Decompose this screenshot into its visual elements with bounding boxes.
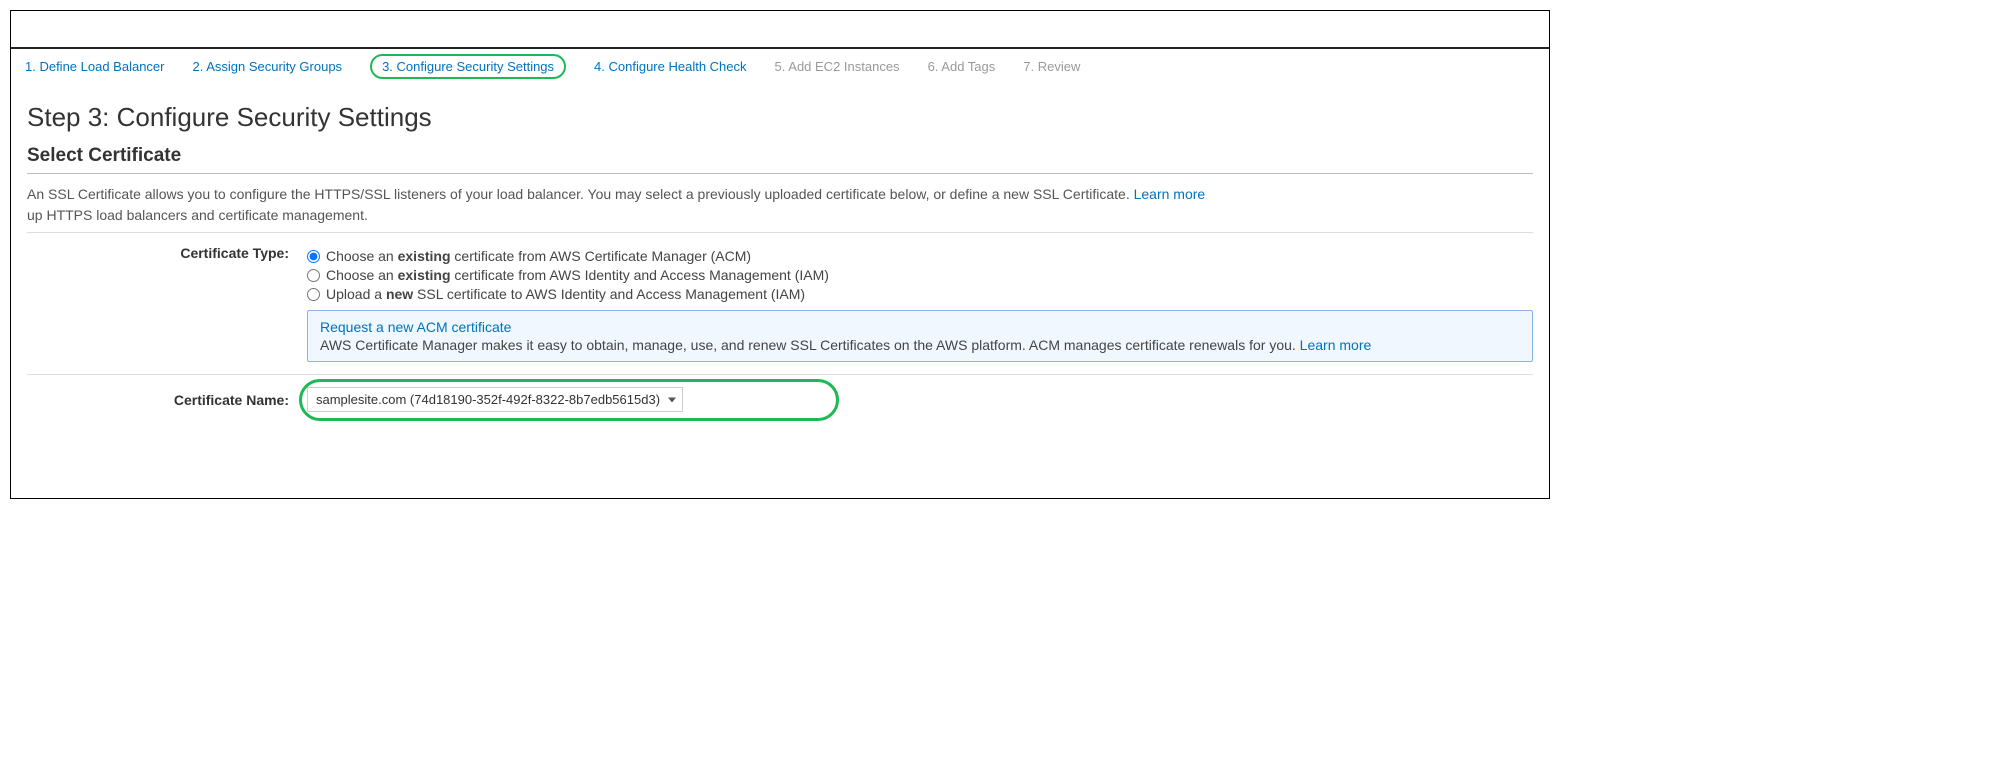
certificate-name-field: samplesite.com (74d18190-352f-492f-8322-… (307, 387, 1533, 412)
radio-iam-post: certificate from AWS Identity and Access… (451, 267, 829, 283)
thin-divider-2 (27, 374, 1533, 375)
radio-acm[interactable]: Choose an existing certificate from AWS … (307, 248, 1533, 264)
step-add-ec2-instances: 5. Add EC2 Instances (775, 59, 900, 79)
radio-acm-input[interactable] (307, 250, 320, 263)
main-panel: 1. Define Load Balancer 2. Assign Securi… (10, 10, 1550, 499)
step-add-tags: 6. Add Tags (928, 59, 996, 79)
desc-text-1: An SSL Certificate allows you to configu… (27, 186, 1134, 202)
radio-iam[interactable]: Choose an existing certificate from AWS … (307, 267, 1533, 283)
thin-divider-1 (27, 232, 1533, 233)
step-review: 7. Review (1023, 59, 1080, 79)
desc-text-2: up HTTPS load balancers and certificate … (27, 207, 368, 223)
radio-iam-input[interactable] (307, 269, 320, 282)
certificate-name-row: Certificate Name: samplesite.com (74d181… (27, 381, 1533, 418)
certificate-type-row: Certificate Type: Choose an existing cer… (27, 239, 1533, 368)
wizard-steps: 1. Define Load Balancer 2. Assign Securi… (11, 49, 1549, 88)
section-divider (27, 173, 1533, 174)
page-title: Step 3: Configure Security Settings (27, 102, 1533, 133)
certificate-name-value: samplesite.com (74d18190-352f-492f-8322-… (316, 392, 660, 407)
step-configure-health-check[interactable]: 4. Configure Health Check (594, 59, 746, 79)
acm-info-text: AWS Certificate Manager makes it easy to… (320, 337, 1300, 353)
step-assign-security-groups[interactable]: 2. Assign Security Groups (192, 59, 342, 79)
content-area: Step 3: Configure Security Settings Sele… (11, 88, 1549, 498)
radio-upload-pre: Upload a (326, 286, 386, 302)
radio-upload-bold: new (386, 286, 413, 302)
chevron-down-icon (668, 397, 676, 402)
radio-acm-bold: existing (398, 248, 451, 264)
step-define-load-balancer[interactable]: 1. Define Load Balancer (25, 59, 164, 79)
acm-learn-more-link[interactable]: Learn more (1300, 337, 1372, 353)
radio-acm-post: certificate from AWS Certificate Manager… (451, 248, 752, 264)
radio-upload-post: SSL certificate to AWS Identity and Acce… (413, 286, 805, 302)
acm-info-box: Request a new ACM certificate AWS Certif… (307, 310, 1533, 362)
request-acm-cert-link[interactable]: Request a new ACM certificate (320, 319, 511, 335)
certificate-type-label: Certificate Type: (27, 245, 307, 261)
radio-iam-bold: existing (398, 267, 451, 283)
learn-more-link[interactable]: Learn more (1134, 186, 1206, 202)
section-description: An SSL Certificate allows you to configu… (27, 184, 1533, 226)
radio-upload[interactable]: Upload a new SSL certificate to AWS Iden… (307, 286, 1533, 302)
certificate-type-field: Choose an existing certificate from AWS … (307, 245, 1533, 362)
radio-acm-pre: Choose an (326, 248, 398, 264)
select-certificate-heading: Select Certificate (27, 145, 1533, 167)
certificate-name-label: Certificate Name: (27, 392, 307, 408)
step-configure-security-settings[interactable]: 3. Configure Security Settings (370, 54, 566, 79)
certificate-name-select[interactable]: samplesite.com (74d18190-352f-492f-8322-… (307, 387, 683, 412)
top-bar (11, 11, 1549, 49)
radio-upload-input[interactable] (307, 288, 320, 301)
radio-iam-pre: Choose an (326, 267, 398, 283)
